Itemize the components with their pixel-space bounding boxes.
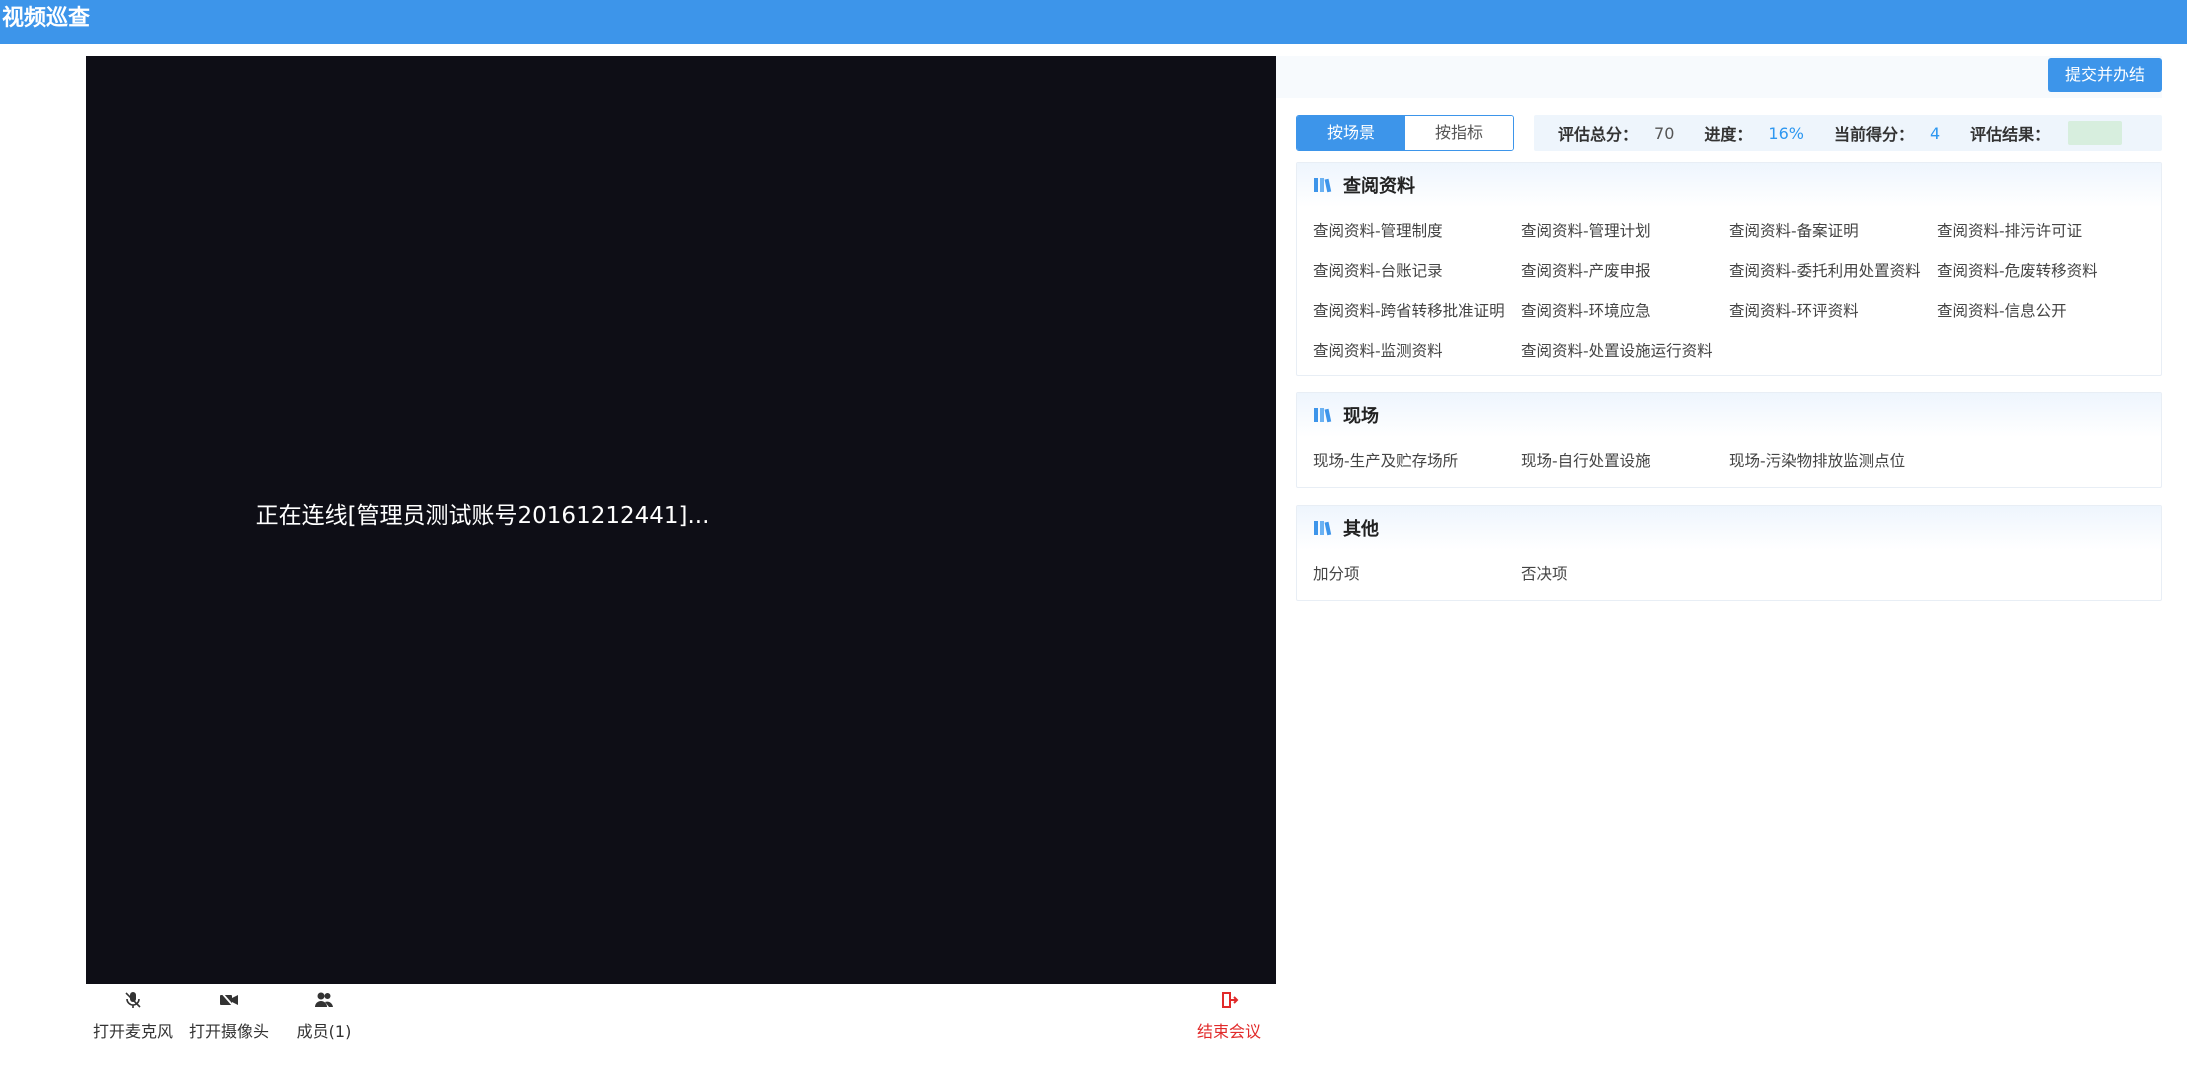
submit-finish-button[interactable]: 提交并办结: [2048, 58, 2162, 92]
section-header: 其他: [1297, 506, 2161, 550]
members-label: 成员(1): [296, 1022, 352, 1041]
list-item[interactable]: 查阅资料-跨省转移批准证明: [1313, 291, 1521, 331]
section-items: 加分项 否决项: [1297, 550, 2161, 602]
end-meeting-label: 结束会议: [1196, 1022, 1261, 1041]
list-item[interactable]: 查阅资料-台账记录: [1313, 251, 1521, 291]
progress-label: 进度：: [1704, 125, 1753, 144]
list-item[interactable]: 现场-生产及贮存场所: [1313, 441, 1521, 481]
list-item[interactable]: 加分项: [1313, 554, 1521, 594]
list-item[interactable]: 查阅资料-委托利用处置资料: [1729, 251, 1937, 291]
members-button[interactable]: 成员(1): [269, 990, 379, 1042]
list-item[interactable]: 查阅资料-管理制度: [1313, 211, 1521, 251]
list-item[interactable]: 否决项: [1521, 554, 1729, 594]
end-meeting-button[interactable]: 结束会议: [1174, 990, 1284, 1042]
list-item[interactable]: 查阅资料-信息公开: [1937, 291, 2145, 331]
section-title: 现场: [1343, 406, 1379, 427]
view-tabs: 按场景 按指标: [1296, 115, 1514, 151]
list-item[interactable]: 现场-自行处置设施: [1521, 441, 1729, 481]
mic-label: 打开麦克风: [92, 1022, 173, 1041]
members-icon: [269, 990, 379, 1014]
camera-button[interactable]: 打开摄像头: [174, 990, 284, 1042]
section-card-other: 其他 加分项 否决项: [1296, 505, 2162, 601]
section-card-site: 现场 现场-生产及贮存场所 现场-自行处置设施 现场-污染物排放监测点位: [1296, 392, 2162, 488]
exit-door-icon: [1174, 990, 1284, 1014]
app-title: 视频巡查: [2, 6, 91, 31]
section-title: 其他: [1343, 519, 1379, 540]
current-score-label: 当前得分：: [1833, 125, 1914, 144]
section-items: 查阅资料-管理制度 查阅资料-管理计划 查阅资料-备案证明 查阅资料-排污许可证…: [1297, 207, 2161, 379]
result-label: 评估结果：: [1970, 125, 2051, 144]
list-item[interactable]: 查阅资料-环评资料: [1729, 291, 1937, 331]
section-header: 查阅资料: [1297, 163, 2161, 207]
video-status: 正在连线[管理员测试账号20161212441]...: [86, 496, 1276, 530]
video-status-text: 正在连线[管理员测试账号20161212441]...: [255, 503, 710, 529]
list-item[interactable]: 查阅资料-备案证明: [1729, 211, 1937, 251]
camera-off-icon: [174, 990, 284, 1014]
progress-value: 16%: [1768, 123, 1804, 143]
app-header: 视频巡查: [0, 0, 2187, 44]
list-item[interactable]: 查阅资料-处置设施运行资料: [1521, 331, 1729, 371]
list-item[interactable]: 查阅资料-监测资料: [1313, 331, 1521, 371]
list-item[interactable]: 查阅资料-危废转移资料: [1937, 251, 2145, 291]
list-item[interactable]: 查阅资料-产废申报: [1521, 251, 1729, 291]
right-toolbar: [1276, 56, 2162, 98]
tab-by-scene[interactable]: 按场景: [1297, 116, 1405, 150]
list-item[interactable]: 查阅资料-管理计划: [1521, 211, 1729, 251]
camera-label: 打开摄像头: [188, 1022, 269, 1041]
list-item[interactable]: 查阅资料-排污许可证: [1937, 211, 2145, 251]
current-score-value: 4: [1929, 123, 1941, 143]
section-card-documents: 查阅资料 查阅资料-管理制度 查阅资料-管理计划 查阅资料-备案证明 查阅资料-…: [1296, 162, 2162, 376]
list-item[interactable]: 查阅资料-环境应急: [1521, 291, 1729, 331]
books-icon: [1313, 406, 1335, 424]
books-icon: [1313, 519, 1335, 537]
evaluation-stats: 评估总分： 70 进度： 16% 当前得分： 4 评估结果：: [1534, 115, 2162, 151]
mic-button[interactable]: 打开麦克风: [78, 990, 188, 1042]
total-score-value: 70: [1654, 123, 1675, 143]
section-title: 查阅资料: [1343, 176, 1415, 197]
list-item[interactable]: 现场-污染物排放监测点位: [1729, 441, 1937, 481]
result-badge: [2068, 121, 2123, 145]
microphone-off-icon: [78, 990, 188, 1014]
books-icon: [1313, 176, 1335, 194]
video-panel: 正在连线[管理员测试账号20161212441]...: [86, 56, 1276, 984]
total-score-label: 评估总分：: [1558, 125, 1639, 144]
section-header: 现场: [1297, 393, 2161, 437]
section-items: 现场-生产及贮存场所 现场-自行处置设施 现场-污染物排放监测点位: [1297, 437, 2161, 489]
tab-by-indicator[interactable]: 按指标: [1405, 116, 1513, 150]
video-controls: 打开麦克风 打开摄像头 成员(1) 结束会议: [86, 984, 1276, 1046]
